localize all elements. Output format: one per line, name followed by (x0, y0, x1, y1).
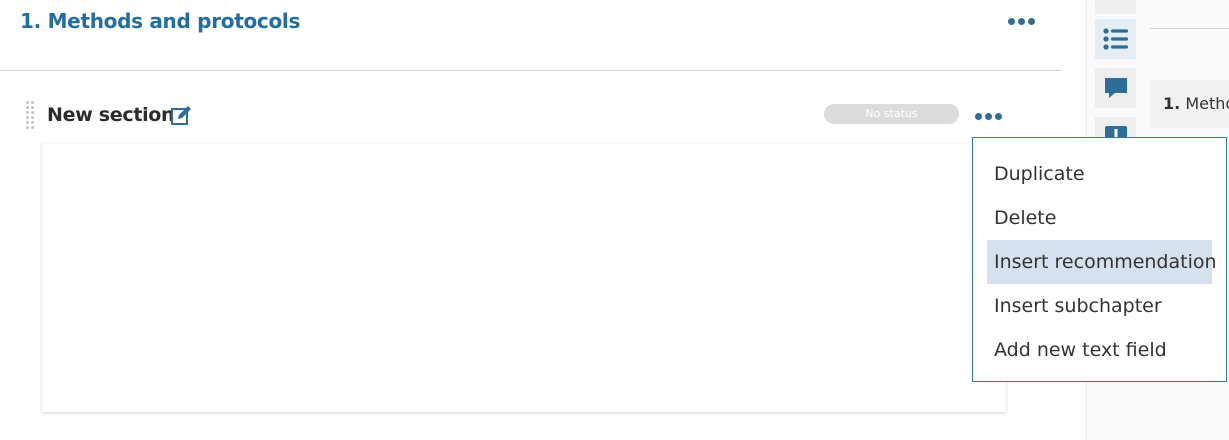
side-panel-rule (1150, 28, 1229, 29)
chapter-more-options-icon[interactable] (1008, 18, 1035, 25)
toc-item-number: 1. (1163, 94, 1181, 113)
toc-item-text: Methods and protocols (1185, 94, 1229, 113)
section-title: New section (47, 104, 175, 126)
drag-handle-icon[interactable] (25, 100, 35, 131)
menu-item-delete[interactable]: Delete (987, 196, 1212, 240)
section-content-area[interactable] (42, 144, 1006, 412)
menu-item-add-text-field[interactable]: Add new text field (987, 328, 1212, 372)
status-badge[interactable]: No status (824, 104, 959, 124)
list-icon[interactable] (1095, 19, 1136, 59)
section-more-options-icon[interactable] (975, 113, 1002, 120)
section-options-menu: Duplicate Delete Insert recommendation I… (972, 137, 1227, 382)
menu-item-insert-subchapter[interactable]: Insert subchapter (987, 284, 1212, 328)
edit-icon[interactable] (170, 105, 192, 127)
side-toc-item[interactable]: 1. Methods and protocols (1150, 80, 1229, 128)
menu-item-duplicate[interactable]: Duplicate (987, 152, 1212, 196)
chevron-icon[interactable] (1095, 0, 1136, 14)
chapter-title[interactable]: 1. Methods and protocols (20, 9, 300, 33)
chapter-divider (0, 70, 1061, 71)
comment-icon[interactable] (1095, 68, 1136, 108)
menu-item-insert-recommendation[interactable]: Insert recommendation (987, 240, 1217, 284)
